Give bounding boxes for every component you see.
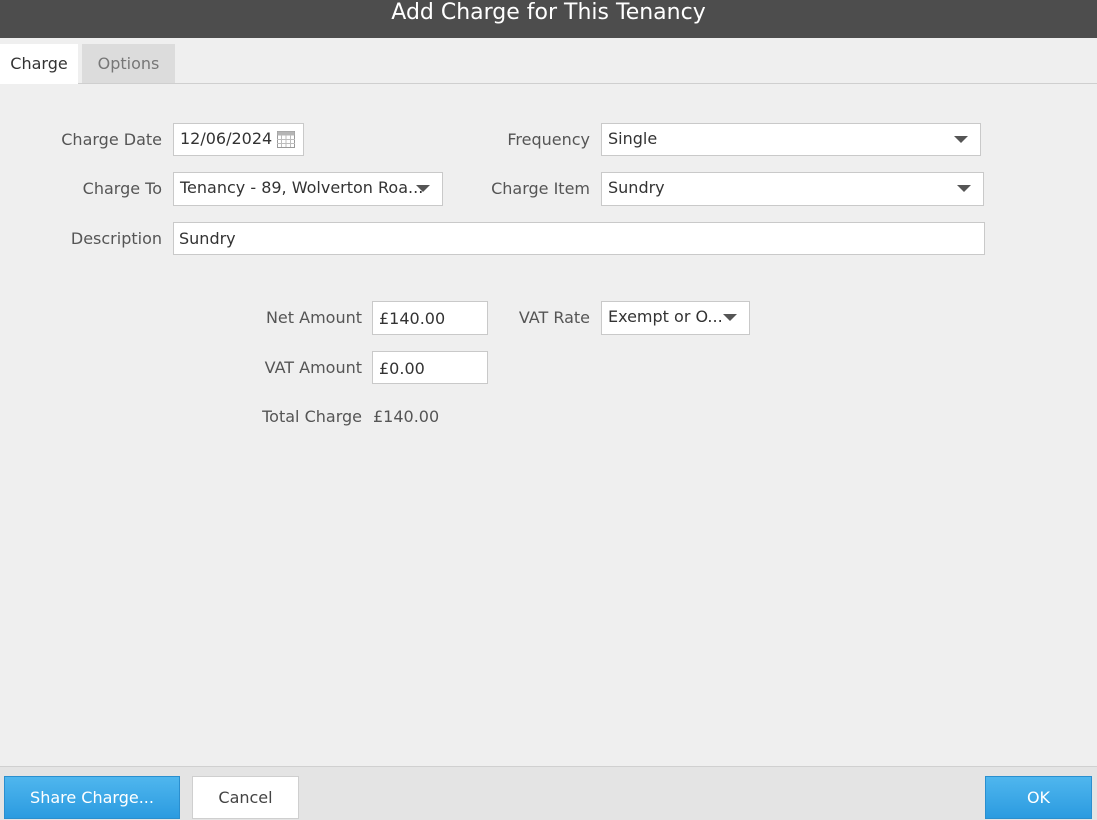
vat-amount-label: VAT Amount xyxy=(264,358,362,377)
tab-bar: Charge Options xyxy=(0,38,1097,84)
tab-charge[interactable]: Charge xyxy=(0,44,78,84)
total-charge-value: £140.00 xyxy=(373,407,440,426)
charge-to-label: Charge To xyxy=(82,179,162,198)
frequency-value: Single xyxy=(608,129,658,148)
charge-item-value: Sundry xyxy=(608,178,665,197)
calendar-icon[interactable] xyxy=(277,131,295,148)
vat-amount-input[interactable] xyxy=(379,358,481,378)
charge-date-label: Charge Date xyxy=(61,130,162,149)
description-field[interactable] xyxy=(173,222,985,255)
frequency-select[interactable]: Single xyxy=(601,123,981,156)
vat-rate-select[interactable]: Exempt or O... xyxy=(601,301,750,335)
charge-to-select[interactable]: Tenancy - 89, Wolverton Roa... xyxy=(173,172,443,206)
dialog-footer: Share Charge... Cancel OK xyxy=(0,766,1097,820)
charge-date-field[interactable]: 12/06/2024 xyxy=(173,123,304,156)
chevron-down-icon xyxy=(954,136,968,143)
cancel-button[interactable]: Cancel xyxy=(192,776,299,819)
ok-button[interactable]: OK xyxy=(985,776,1092,819)
charge-date-value: 12/06/2024 xyxy=(180,129,273,148)
description-input[interactable] xyxy=(179,228,979,248)
chevron-down-icon xyxy=(957,185,971,192)
share-charge-button[interactable]: Share Charge... xyxy=(4,776,180,819)
vat-amount-field[interactable] xyxy=(372,351,488,384)
net-amount-field[interactable] xyxy=(372,301,488,335)
description-label: Description xyxy=(70,229,162,248)
net-amount-input[interactable] xyxy=(379,308,481,328)
tab-options[interactable]: Options xyxy=(82,44,175,83)
net-amount-label: Net Amount xyxy=(265,308,362,327)
chevron-down-icon xyxy=(723,314,737,321)
chevron-down-icon xyxy=(416,185,430,192)
dialog-title: Add Charge for This Tenancy xyxy=(0,0,1097,38)
charge-item-label: Charge Item xyxy=(491,179,590,198)
charge-item-select[interactable]: Sundry xyxy=(601,172,984,206)
frequency-label: Frequency xyxy=(507,130,590,149)
total-charge-label: Total Charge xyxy=(262,407,362,426)
charge-to-value: Tenancy - 89, Wolverton Roa... xyxy=(180,178,424,197)
vat-rate-label: VAT Rate xyxy=(518,308,590,327)
vat-rate-value: Exempt or O... xyxy=(608,307,723,326)
